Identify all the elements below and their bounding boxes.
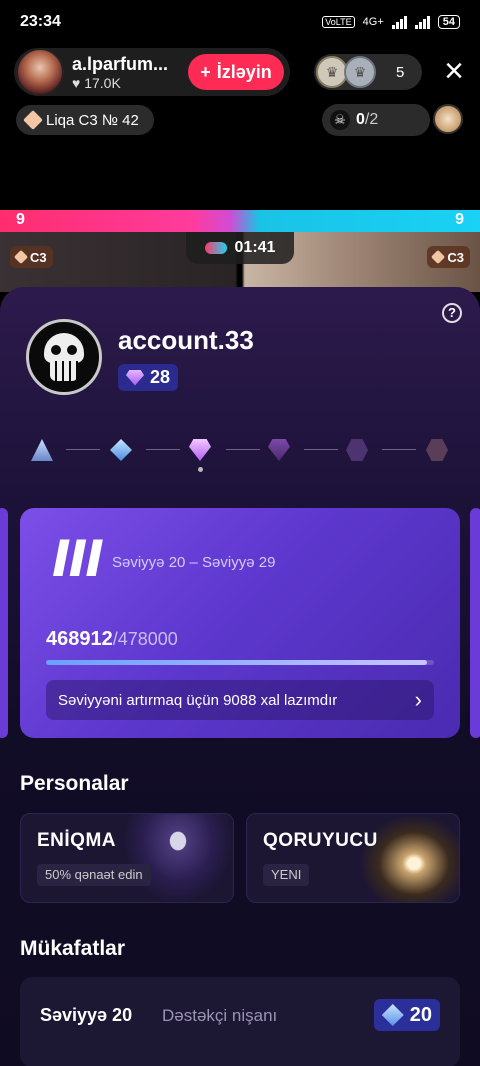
points-needed-row[interactable]: Səviyyəni artırmaq üçün 9088 xal lazımdı… <box>46 680 434 720</box>
reward-name: Dəstəkçi nişanı <box>162 1006 278 1025</box>
points-needed-text: Səviyyəni artırmaq üçün 9088 xal lazımdı… <box>58 691 338 709</box>
signal-icon-2 <box>414 15 430 29</box>
skull-counter-value: 0 <box>356 111 365 128</box>
chevron-right-icon: › <box>414 687 422 712</box>
league-pill[interactable]: Liqa C3 № 42 <box>16 105 154 135</box>
volte-badge: VoLTE <box>322 16 355 28</box>
viewers-pill[interactable]: ♛ ♛ 5 <box>314 54 422 90</box>
left-badge-label: C3 <box>30 249 47 265</box>
right-league-badge: C3 <box>427 246 470 268</box>
skull-counter-total: /2 <box>364 111 379 128</box>
points-total: /478000 <box>112 629 178 649</box>
points-value: 468912 <box>46 628 113 650</box>
heart-icon: ♥ <box>72 74 81 91</box>
current-tier-indicator <box>198 467 203 472</box>
tier-track <box>26 435 454 465</box>
progress-bar <box>46 660 434 665</box>
deer-art <box>359 814 459 902</box>
battle-score-bar: 9 9 <box>0 210 480 232</box>
enigma-art <box>123 814 233 902</box>
gem-icon <box>126 369 144 386</box>
status-bar: 23:34 VoLTE 4G+ 54 <box>0 0 480 44</box>
level-range: Səviyyə 20 – Səviyyə 29 <box>112 554 276 571</box>
tier-1-icon[interactable] <box>31 439 53 461</box>
skull-counter[interactable]: ☠ 0/2 <box>322 104 430 136</box>
right-score: 9 <box>455 211 464 228</box>
level-card: III Səviyyə 20 – Səviyyə 29 468912/47800… <box>20 508 460 738</box>
profile-username: account.33 <box>118 325 254 355</box>
next-card-edge[interactable] <box>470 508 480 738</box>
persona-tag: 50% qənaət edin <box>37 864 151 886</box>
level-badge: 28 <box>118 364 179 391</box>
gem-icon <box>13 249 29 265</box>
viewer-avatar-icon: ♛ <box>344 56 376 88</box>
prev-card-edge[interactable] <box>0 508 8 738</box>
host-name: a.lparfum... <box>72 53 169 74</box>
host-likes: ♥ 17.0K <box>72 75 168 91</box>
status-icons: VoLTE 4G+ 54 <box>322 15 460 29</box>
follow-button[interactable]: + İzləyin <box>188 54 284 90</box>
tier-numeral: III <box>52 530 104 588</box>
persona-card-guardian[interactable]: QORUYUCU YENI <box>246 813 460 903</box>
profile-avatar[interactable] <box>26 319 102 395</box>
battery-icon: 54 <box>437 15 460 29</box>
tier-6-icon[interactable] <box>426 439 448 461</box>
league-label: Liqa C3 № 42 <box>46 111 139 129</box>
right-badge-label: C3 <box>447 249 464 265</box>
skull-avatar-icon <box>44 333 84 381</box>
gem-icon <box>23 110 43 130</box>
timer-value: 01:41 <box>234 239 276 256</box>
persona-card-enigma[interactable]: ENİQMA 50% qənaət edin <box>20 813 234 903</box>
gem-icon <box>431 249 446 265</box>
host-avatar[interactable] <box>16 48 64 96</box>
plus-icon: + <box>200 61 211 82</box>
reward-level: Səviyyə 20 <box>40 1005 133 1025</box>
status-time: 23:34 <box>20 13 61 30</box>
tier-4-icon[interactable] <box>268 439 290 461</box>
close-icon[interactable]: × <box>438 54 470 90</box>
skull-icon: ☠ <box>330 110 350 130</box>
progress-fill <box>46 660 427 665</box>
left-score: 9 <box>16 211 25 228</box>
persona-name: QORUYUCU <box>263 830 378 851</box>
network-type: 4G+ <box>362 16 384 28</box>
reward-value: 20 <box>409 1003 432 1026</box>
viewer-count: 5 <box>396 63 405 81</box>
battle-timer: 01:41 <box>186 232 294 264</box>
help-icon[interactable]: ? <box>442 303 462 323</box>
follow-label: İzləyin <box>216 61 272 82</box>
tier-5-icon[interactable] <box>346 439 368 461</box>
level-value: 28 <box>150 367 171 387</box>
gem-icon <box>381 1004 404 1026</box>
personas-title: Personalar <box>20 772 129 795</box>
battle-icon <box>204 242 227 254</box>
rewards-title: Mükafatlar <box>20 937 126 960</box>
persona-tag: YENI <box>263 864 310 886</box>
host-pill[interactable]: a.lparfum... ♥ 17.0K + İzləyin <box>14 48 290 96</box>
reward-chip: 20 <box>373 999 440 1031</box>
points: 468912/478000 <box>46 628 178 651</box>
tier-3-icon[interactable] <box>189 439 211 461</box>
level-sheet: ? account.33 28 III Səviyyə 20 – Səviyyə… <box>0 287 480 1066</box>
tier-2-icon[interactable] <box>110 439 132 461</box>
gift-avatar[interactable] <box>433 104 463 134</box>
signal-icon <box>391 15 407 29</box>
persona-name: ENİQMA <box>37 830 116 851</box>
reward-row[interactable]: Səviyyə 20 Dəstəkçi nişanı 20 <box>20 977 460 1066</box>
host-likes-count: 17.0K <box>84 74 121 91</box>
left-league-badge: C3 <box>10 246 53 268</box>
